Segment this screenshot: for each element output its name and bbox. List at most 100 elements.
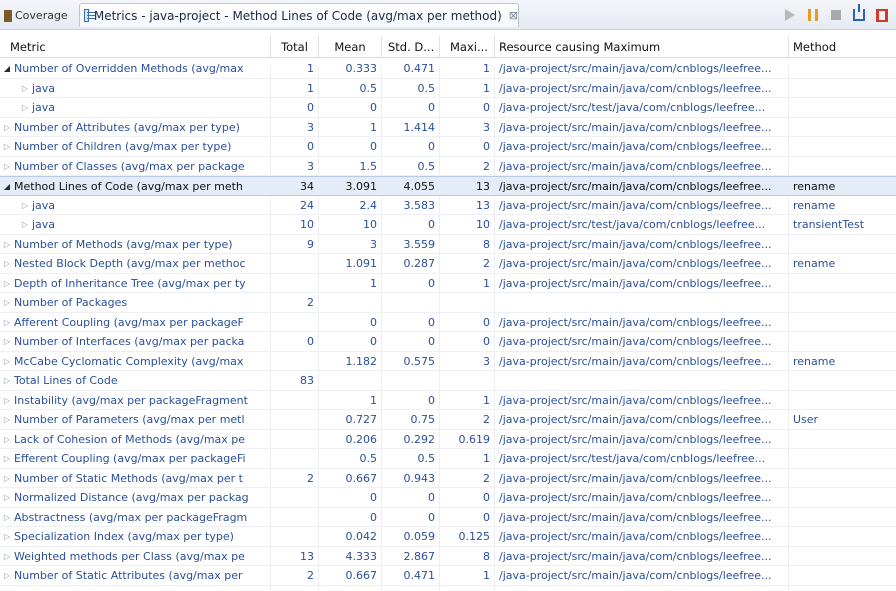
close-icon[interactable]: ⊠: [509, 9, 518, 22]
table-row[interactable]: ▷ Lack of Cohesion of Methods (avg/max pe…: [0, 430, 896, 449]
pause-icon[interactable]: [804, 7, 821, 24]
resource-cell[interactable]: /java-project/src/main/java/com/cnblogs/…: [495, 332, 788, 351]
table-row[interactable]: ▷ Depth of Inheritance Tree (avg/max per …: [0, 274, 896, 293]
tree-collapsed-icon[interactable]: ▷: [0, 527, 14, 546]
resource-cell[interactable]: /java-project/src/main/java/com/cnblogs/…: [495, 391, 788, 410]
table-row[interactable]: ▷ Number of Classes (avg/max per package 3…: [0, 157, 896, 176]
metric-label: Number of Methods (avg/max per type): [14, 237, 233, 251]
resource-cell[interactable]: /java-project/src/main/java/com/cnblogs/…: [495, 274, 788, 293]
table-row[interactable]: ▷ Number of Interfaces (avg/max per packa…: [0, 332, 896, 352]
resource-cell[interactable]: /java-project/src/main/java/com/cnblogs/…: [495, 196, 788, 215]
table-row[interactable]: ▷ Number of Parameters (avg/max per metl 0…: [0, 410, 896, 430]
tree-collapsed-icon[interactable]: ▷: [18, 79, 32, 98]
table-row[interactable]: ▷ Efferent Coupling (avg/max per packageF…: [0, 449, 896, 469]
resource-cell[interactable]: /java-project/src/main/java/com/cnblogs/…: [495, 235, 788, 254]
tree-collapsed-icon[interactable]: ▷: [0, 371, 14, 390]
export-icon[interactable]: [850, 4, 867, 24]
table-row[interactable]: ▷ Number of Packages 2: [0, 293, 896, 313]
table-row[interactable]: ▷ Total Lines of Code 83: [0, 371, 896, 391]
tree-collapsed-icon[interactable]: ▷: [0, 391, 14, 410]
table-row[interactable]: ▷ Instability (avg/max per packageFragmen…: [0, 391, 896, 410]
tree-collapsed-icon[interactable]: ▷: [0, 547, 14, 566]
resource-cell[interactable]: /java-project/src/main/java/com/cnblogs/…: [495, 430, 788, 449]
resource-cell[interactable]: /java-project/src/main/java/com/cnblogs/…: [495, 79, 788, 98]
tree-collapsed-icon[interactable]: ▷: [18, 196, 32, 215]
tree-collapsed-icon[interactable]: ▷: [0, 157, 14, 176]
tree-collapsed-icon[interactable]: ▷: [0, 508, 14, 527]
tab-metrics[interactable]: Metrics - java-project - Method Lines of…: [79, 3, 519, 27]
table-row[interactable]: ▷ java 1 0.5 0.5 1/java-project/src/main/java…: [0, 79, 896, 98]
resource-cell[interactable]: /java-project/src/main/java/com/cnblogs/…: [495, 469, 788, 488]
resource-cell[interactable]: /java-project/src/main/java/com/cnblogs/…: [495, 566, 788, 585]
resource-cell[interactable]: /java-project/src/main/java/com/cnblogs/…: [495, 352, 788, 371]
tree-collapsed-icon[interactable]: ▷: [0, 293, 14, 312]
layout-icon[interactable]: [873, 7, 890, 24]
resource-cell[interactable]: [495, 293, 788, 312]
tree-collapsed-icon[interactable]: ▷: [0, 235, 14, 254]
resource-cell[interactable]: /java-project/src/main/java/com/cnblogs/…: [495, 137, 788, 156]
tree-collapsed-icon[interactable]: ▷: [18, 215, 32, 234]
tab-coverage[interactable]: Coverage: [0, 5, 76, 26]
column-header-maxi[interactable]: Maxi...: [440, 36, 495, 58]
table-row[interactable]: ▷ Number of Children (avg/max per type) 0 0…: [0, 137, 896, 157]
table-row[interactable]: ▷ Number of Attributes (avg/max per type)…: [0, 118, 896, 137]
table-row[interactable]: ▷ java 0 0 0 0/java-project/src/test/java/com…: [0, 98, 896, 118]
column-header-std[interactable]: Std. D...: [382, 36, 440, 58]
tree-collapsed-icon[interactable]: ▷: [0, 118, 14, 137]
table-row[interactable]: ◢ Method Lines of Code (avg/max per meth 3…: [0, 176, 896, 196]
stop-icon[interactable]: [827, 7, 844, 24]
table-row[interactable]: ▷ Afferent Coupling (avg/max per packageF…: [0, 313, 896, 332]
resource-cell[interactable]: /java-project/src/main/java/com/cnblogs/…: [495, 313, 788, 332]
method-cell: [789, 430, 896, 449]
resource-cell[interactable]: /java-project/src/main/java/com/cnblogs/…: [495, 157, 788, 176]
table-row[interactable]: ◢ Number of Overridden Methods (avg/max 1 0…: [0, 59, 896, 79]
tree-collapsed-icon[interactable]: ▷: [0, 488, 14, 507]
tree-collapsed-icon[interactable]: ▷: [0, 469, 14, 488]
table-row[interactable]: ▷ Number of Methods (avg/max per type) 9 3 3…: [0, 235, 896, 254]
resource-cell[interactable]: /java-project/src/main/java/com/cnblogs/…: [495, 410, 788, 429]
tree-collapsed-icon[interactable]: ▷: [0, 566, 14, 585]
method-cell: [789, 332, 896, 351]
tree-collapsed-icon[interactable]: ▷: [0, 274, 14, 293]
resource-cell[interactable]: /java-project/src/main/java/com/cnblogs/…: [495, 488, 788, 507]
table-row[interactable]: ▷ Number of Static Methods (avg/max per t…: [0, 469, 896, 488]
table-row[interactable]: ▷ java 24 2.4 3.583 13/java-project/src/main/…: [0, 196, 896, 215]
column-header-resource[interactable]: Resource causing Maximum: [495, 36, 789, 58]
table-row[interactable]: ▷ McCabe Cyclomatic Complexity (avg/max 1.…: [0, 352, 896, 371]
table-row[interactable]: ▷ Weighted methods per Class (avg/max pe 1…: [0, 547, 896, 566]
tree-collapsed-icon[interactable]: ▷: [0, 430, 14, 449]
resource-cell[interactable]: /java-project/src/main/java/com/cnblogs/…: [495, 177, 788, 196]
resource-cell[interactable]: [495, 371, 788, 390]
table-row[interactable]: ▷ Number of Static Attributes (avg/max pe…: [0, 566, 896, 586]
tree-collapsed-icon[interactable]: ▷: [0, 137, 14, 156]
table-row[interactable]: ▷ Abstractness (avg/max per packageFragm 0…: [0, 508, 896, 527]
resource-cell[interactable]: /java-project/src/main/java/com/cnblogs/…: [495, 254, 788, 273]
table-row[interactable]: ▷ Normalized Distance (avg/max per packag…: [0, 488, 896, 508]
resource-cell[interactable]: /java-project/src/main/java/com/cnblogs/…: [495, 59, 788, 78]
resource-cell[interactable]: /java-project/src/test/java/com/cnblogs/…: [495, 215, 788, 234]
tree-expanded-icon[interactable]: ◢: [0, 177, 14, 196]
tree-collapsed-icon[interactable]: ▷: [0, 449, 14, 468]
column-header-total[interactable]: Total: [271, 36, 319, 58]
column-header-method[interactable]: Method: [789, 36, 896, 58]
run-icon[interactable]: [781, 7, 798, 24]
column-header-metric[interactable]: Metric: [0, 36, 271, 58]
resource-cell[interactable]: /java-project/src/main/java/com/cnblogs/…: [495, 118, 788, 137]
table-row[interactable]: ▷ java 10 10 0 10/java-project/src/test/java/…: [0, 215, 896, 235]
resource-cell[interactable]: /java-project/src/test/java/com/cnblogs/…: [495, 449, 788, 468]
table-row[interactable]: ▷ Specialization Index (avg/max per type)…: [0, 527, 896, 547]
tree-collapsed-icon[interactable]: ▷: [0, 313, 14, 332]
column-header-mean[interactable]: Mean: [319, 36, 382, 58]
resource-cell[interactable]: /java-project/src/test/java/com/cnblogs/…: [495, 98, 788, 117]
total-cell: [271, 313, 318, 332]
tree-collapsed-icon[interactable]: ▷: [0, 352, 14, 371]
resource-cell[interactable]: /java-project/src/main/java/com/cnblogs/…: [495, 508, 788, 527]
tree-expanded-icon[interactable]: ◢: [0, 59, 14, 78]
tree-collapsed-icon[interactable]: ▷: [18, 98, 32, 117]
resource-cell[interactable]: /java-project/src/main/java/com/cnblogs/…: [495, 527, 788, 546]
resource-cell[interactable]: /java-project/src/main/java/com/cnblogs/…: [495, 547, 788, 566]
tree-collapsed-icon[interactable]: ▷: [0, 254, 14, 273]
tree-collapsed-icon[interactable]: ▷: [0, 332, 14, 351]
table-row[interactable]: ▷ Nested Block Depth (avg/max per methoc 1…: [0, 254, 896, 274]
tree-collapsed-icon[interactable]: ▷: [0, 410, 14, 429]
